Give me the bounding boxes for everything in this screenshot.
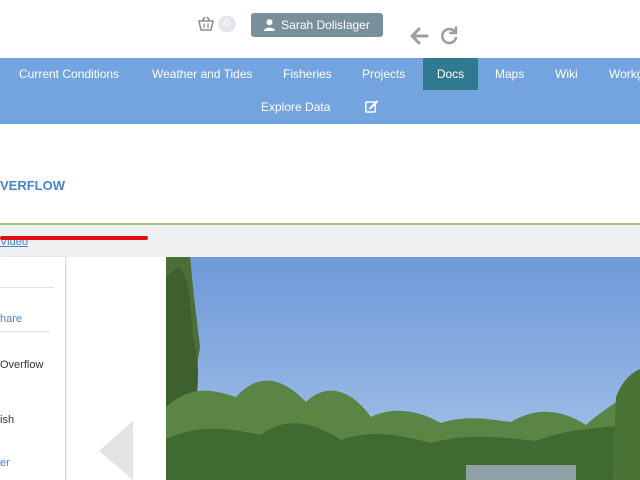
nav-item-weather-and-tides[interactable]: Weather and Tides (152, 58, 253, 90)
nav-item-docs[interactable]: Docs (423, 58, 478, 90)
back-arrow-icon[interactable] (409, 26, 429, 46)
river-photo (166, 257, 640, 480)
sidebar-divider (0, 331, 50, 332)
sidebar-item-link[interactable]: er (0, 457, 10, 469)
annotation-underline (0, 236, 148, 240)
sidebar-item-fish[interactable]: ish (0, 414, 14, 426)
edit-icon[interactable] (365, 100, 378, 113)
user-icon (264, 19, 276, 31)
nav-item-maps[interactable]: Maps (495, 58, 524, 90)
history-controls (409, 26, 459, 46)
sidebar-divider (0, 287, 54, 288)
toolbar-strip (0, 225, 640, 257)
sidebar-item-share[interactable]: hare (0, 313, 22, 325)
user-name: Sarah Dolislager (281, 18, 370, 32)
nav-item-projects[interactable]: Projects (362, 58, 405, 90)
basket-icon (198, 16, 214, 31)
nav-item-workgroups[interactable]: Workg (609, 58, 640, 90)
nav-item-explore-data[interactable]: Explore Data (261, 94, 330, 120)
sidebar: hare Overflow ish er (0, 257, 66, 480)
sidebar-item-overflow[interactable]: Overflow (0, 359, 43, 371)
nav-item-fisheries[interactable]: Fisheries (283, 58, 332, 90)
page-title: VERFLOW (0, 178, 65, 193)
nav-item-wiki[interactable]: Wiki (555, 58, 578, 90)
refresh-icon[interactable] (439, 26, 459, 46)
user-account-button[interactable]: Sarah Dolislager (251, 13, 383, 37)
main-nav: Current Conditions Weather and Tides Fis… (0, 58, 640, 124)
cart-count-badge: 0 (218, 16, 236, 32)
nav-item-current-conditions[interactable]: Current Conditions (19, 58, 119, 90)
top-bar: 0 Sarah Dolislager (0, 0, 640, 58)
previous-arrow-icon[interactable] (99, 421, 133, 480)
cart[interactable]: 0 (197, 15, 236, 33)
